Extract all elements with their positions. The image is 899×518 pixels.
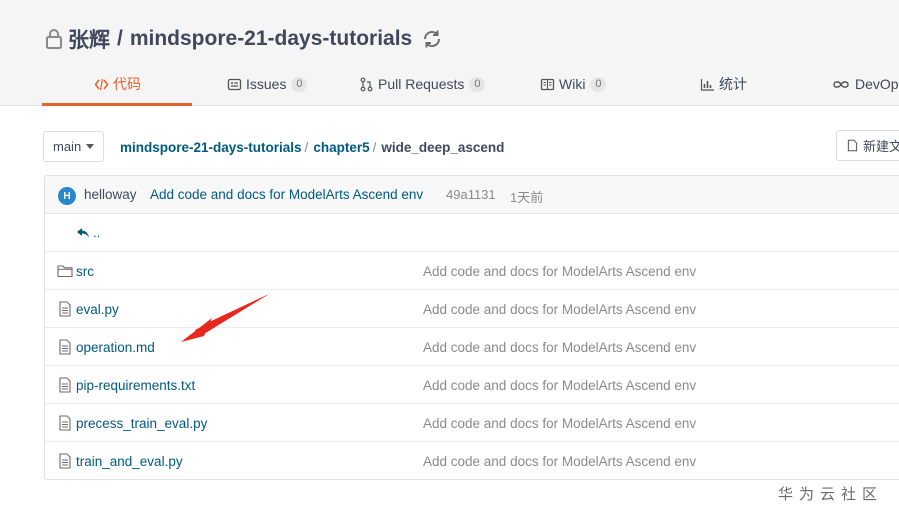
file-row[interactable]: eval.py Add code and docs for ModelArts … [45,290,899,328]
commit-time: 1天前 [510,190,544,205]
issues-count-badge: 0 [291,76,308,92]
breadcrumb-current: wide_deep_ascend [381,139,505,155]
wiki-icon [540,78,555,90]
file-icon [59,377,71,393]
tab-code-label: 代码 [113,76,141,92]
repo-tabs: 代码 Issues 0 Pull Requests 0 Wiki 0 统计 De… [42,62,899,106]
file-name-link[interactable]: operation.md [76,340,155,355]
repo-title-separator: / [117,27,123,50]
breadcrumb-separator: / [304,139,309,155]
file-row[interactable]: train_and_eval.py Add code and docs for … [45,442,899,480]
file-commit-message[interactable]: Add code and docs for ModelArts Ascend e… [423,302,696,317]
tab-pull-requests-label: Pull Requests [378,76,465,92]
breadcrumb-root-link[interactable]: mindspore-21-days-tutorials [120,140,302,155]
file-icon [59,339,71,355]
parent-directory-link[interactable]: .. [76,225,100,240]
tab-wiki-label: Wiki [559,76,586,92]
file-name-link[interactable]: eval.py [76,302,119,317]
tab-stats-label: 统计 [719,76,747,92]
file-name-link[interactable]: pip-requirements.txt [76,378,195,393]
wiki-count-badge: 0 [590,76,607,92]
file-table: H helloway Add code and docs for ModelAr… [44,175,899,480]
devops-icon [833,80,849,88]
commit-sha[interactable]: 49a1131 [446,187,496,202]
tab-devops-label: DevOps [855,76,899,92]
issues-icon [227,78,242,90]
latest-commit-bar: H helloway Add code and docs for ModelAr… [45,176,899,214]
file-name-link[interactable]: train_and_eval.py [76,454,183,469]
avatar[interactable]: H [58,187,76,205]
stats-icon [700,78,714,91]
file-row[interactable]: src Add code and docs for ModelArts Asce… [45,252,899,290]
parent-directory-label: .. [93,225,101,240]
branch-selector[interactable]: main [43,131,104,162]
file-commit-message[interactable]: Add code and docs for ModelArts Ascend e… [423,416,696,431]
tab-stats[interactable]: 统计 [700,62,747,106]
file-icon [59,301,71,317]
repo-owner-link[interactable]: 张辉 [68,24,110,54]
reply-arrow-icon [77,227,89,238]
repo-title: 张辉 / mindspore-21-days-tutorials [44,25,443,53]
tab-pull-requests[interactable]: Pull Requests 0 [359,62,486,106]
tab-issues[interactable]: Issues 0 [227,62,308,106]
breadcrumb-folder-link[interactable]: chapter5 [313,140,369,155]
parent-directory-row[interactable]: .. [45,214,899,252]
code-icon [94,78,109,90]
watermark: 华为云社区 [778,486,884,503]
file-row[interactable]: precess_train_eval.py Add code and docs … [45,404,899,442]
file-name-link[interactable]: precess_train_eval.py [76,416,207,431]
new-file-button[interactable]: 新建文件 [836,130,899,161]
folder-icon [57,265,73,278]
sync-icon[interactable] [421,28,443,50]
repo-name-link[interactable]: mindspore-21-days-tutorials [130,27,412,51]
file-commit-message[interactable]: Add code and docs for ModelArts Ascend e… [423,264,696,279]
pull-requests-count-badge: 0 [469,76,486,92]
caret-down-icon [86,144,95,149]
file-name-link[interactable]: src [76,264,94,279]
file-row[interactable]: operation.md Add code and docs for Model… [45,328,899,366]
file-icon [59,415,71,431]
file-icon [59,453,71,469]
tab-devops[interactable]: DevOps [831,62,899,106]
commit-author-link[interactable]: helloway [84,187,137,202]
new-file-label: 新建文件 [862,139,899,154]
branch-label: main [53,139,82,154]
file-commit-message[interactable]: Add code and docs for ModelArts Ascend e… [423,454,696,469]
file-icon [847,139,858,152]
pull-request-icon [360,77,373,91]
commit-message-link[interactable]: Add code and docs for ModelArts Ascend e… [150,187,423,202]
breadcrumb-separator: / [372,139,377,155]
file-row[interactable]: pip-requirements.txt Add code and docs f… [45,366,899,404]
file-commit-message[interactable]: Add code and docs for ModelArts Ascend e… [423,378,696,393]
file-commit-message[interactable]: Add code and docs for ModelArts Ascend e… [423,340,696,355]
breadcrumb: mindspore-21-days-tutorials / chapter5 /… [120,137,504,157]
tab-wiki[interactable]: Wiki 0 [540,62,607,106]
repo-header: 张辉 / mindspore-21-days-tutorials 代码 Issu… [0,0,899,106]
tab-code[interactable]: 代码 [42,62,192,106]
tab-issues-label: Issues [246,76,287,92]
lock-icon [46,29,62,49]
